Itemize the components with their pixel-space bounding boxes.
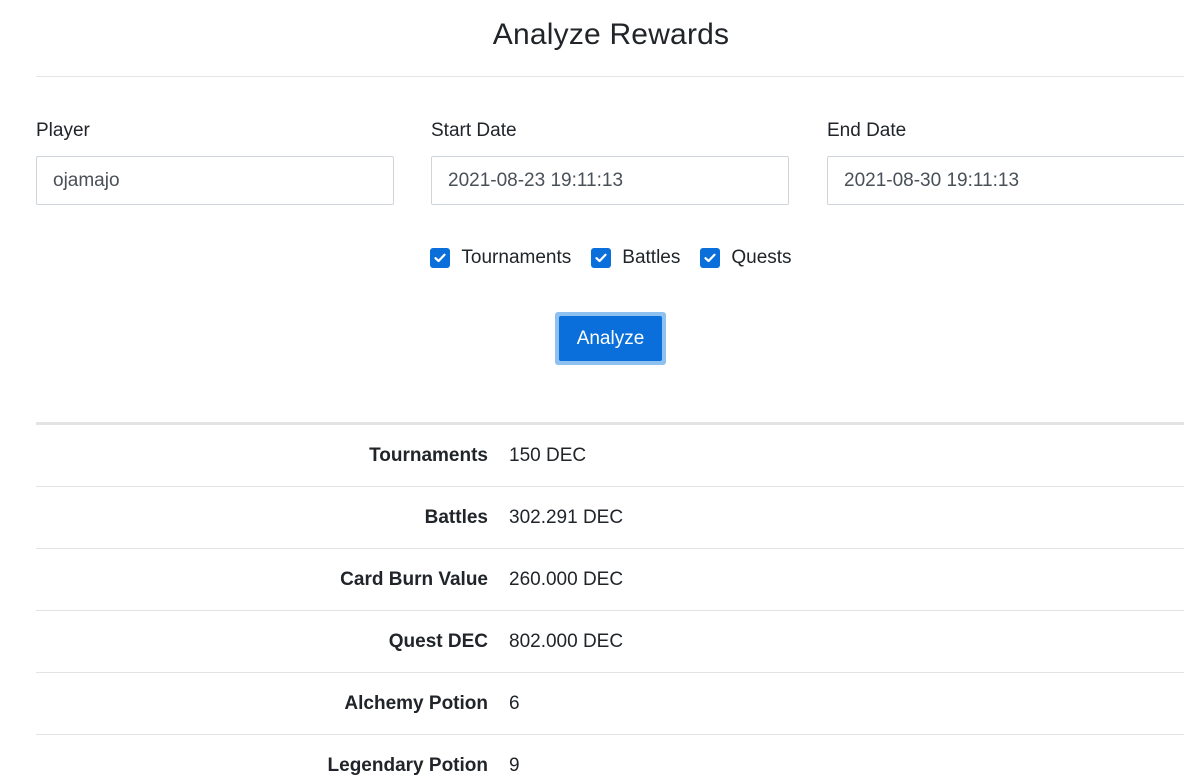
- start-date-field: Start Date: [431, 120, 789, 205]
- result-value: 150 DEC: [509, 444, 587, 466]
- result-label: Alchemy Potion: [344, 692, 488, 714]
- result-label: Quest DEC: [388, 630, 488, 652]
- player-label: Player: [36, 120, 90, 141]
- start-date-label: Start Date: [431, 120, 517, 141]
- result-value: 6: [509, 692, 520, 714]
- quests-checkbox[interactable]: Quests: [700, 247, 792, 269]
- reward-type-checkboxes: Tournaments Battles Quests: [0, 247, 1184, 269]
- result-row-quest-dec: Quest DEC 802.000 DEC: [36, 611, 1184, 673]
- player-field: Player: [36, 120, 394, 205]
- tournaments-checkbox-label[interactable]: Tournaments: [461, 247, 571, 269]
- result-row-card-burn-value: Card Burn Value 260.000 DEC: [36, 549, 1184, 611]
- result-row-battles: Battles 302.291 DEC: [36, 487, 1184, 549]
- checkmark-icon[interactable]: [591, 248, 612, 268]
- analyze-button-focus-ring: Analyze: [555, 312, 666, 365]
- result-value: 260.000 DEC: [509, 568, 624, 590]
- result-label: Tournaments: [369, 444, 488, 466]
- result-value: 9: [509, 754, 520, 776]
- tournaments-checkbox[interactable]: Tournaments: [430, 247, 571, 269]
- result-value: 802.000 DEC: [509, 630, 624, 652]
- quests-checkbox-label[interactable]: Quests: [731, 247, 791, 269]
- analyze-button[interactable]: Analyze: [559, 316, 662, 361]
- battles-checkbox[interactable]: Battles: [591, 247, 680, 269]
- result-label: Legendary Potion: [327, 754, 488, 776]
- checkmark-icon[interactable]: [700, 248, 721, 268]
- result-row-legendary-potion: Legendary Potion 9: [36, 735, 1184, 783]
- results-table: Tournaments 150 DEC Battles 302.291 DEC …: [36, 422, 1184, 783]
- result-label: Battles: [424, 506, 488, 528]
- end-date-input[interactable]: [827, 156, 1184, 205]
- battles-checkbox-label[interactable]: Battles: [622, 247, 680, 269]
- player-input[interactable]: [36, 156, 394, 205]
- result-row-alchemy-potion: Alchemy Potion 6: [36, 673, 1184, 735]
- end-date-field: End Date: [827, 120, 1184, 205]
- checkmark-icon[interactable]: [430, 248, 451, 268]
- page: Analyze Rewards Player Start Date End Da…: [0, 0, 1184, 783]
- start-date-input[interactable]: [431, 156, 789, 205]
- result-value: 302.291 DEC: [509, 506, 624, 528]
- title-divider: [36, 76, 1184, 77]
- result-row-tournaments: Tournaments 150 DEC: [36, 425, 1184, 487]
- result-label: Card Burn Value: [340, 568, 488, 590]
- page-title: Analyze Rewards: [492, 18, 730, 51]
- end-date-label: End Date: [827, 120, 907, 141]
